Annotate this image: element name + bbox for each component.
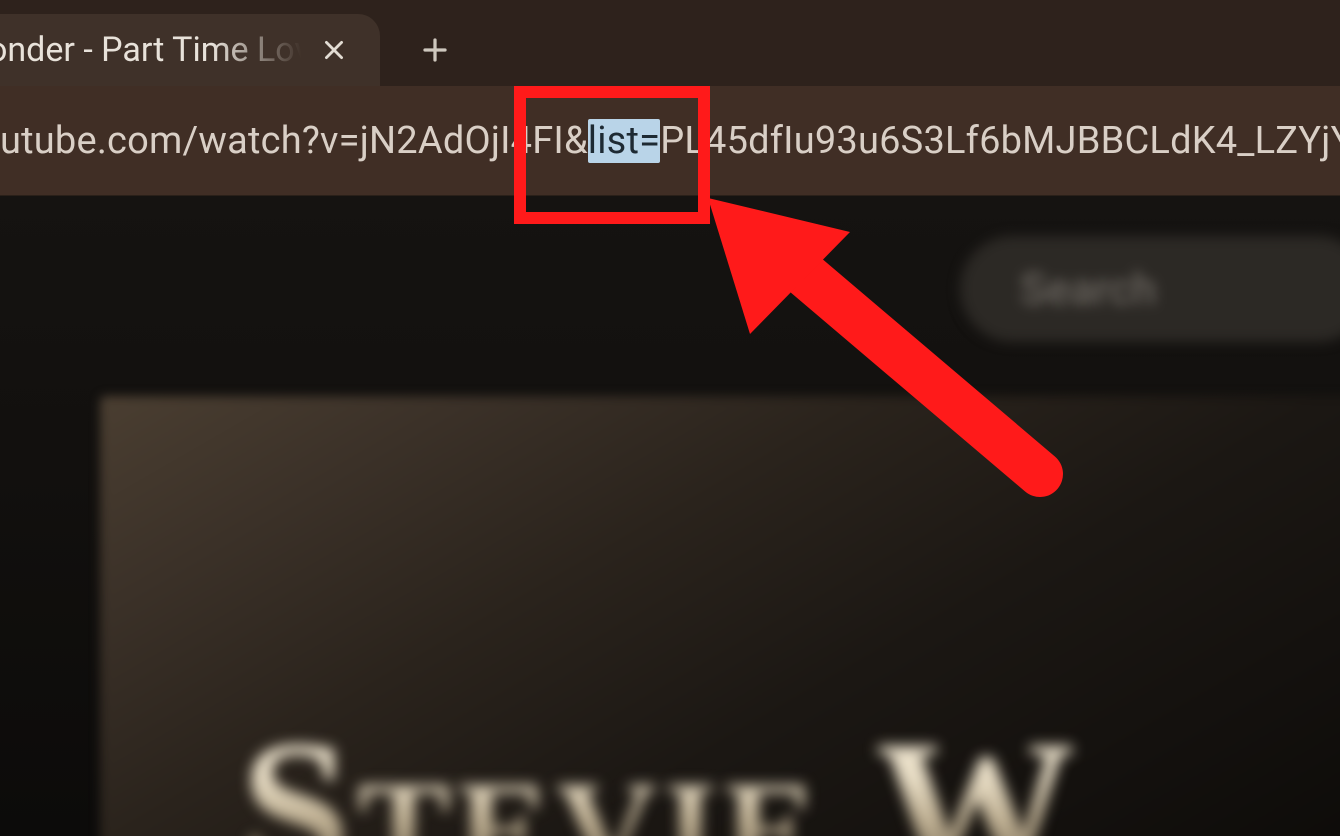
new-tab-button[interactable]	[408, 23, 462, 77]
tab-strip: onder - Part Time Lov	[0, 0, 1340, 86]
video-title-overlay: Stevie W	[240, 696, 1081, 836]
url-after-selection: PL45dfIu93u6S3Lf6bMJBBCLdK4_LZYjY	[660, 119, 1340, 163]
tab-title: onder - Part Time Lov	[0, 30, 308, 70]
address-bar[interactable]: utube.com/watch?v=jN2AdOjI4FI&list=PL45d…	[0, 86, 1340, 195]
browser-tab[interactable]: onder - Part Time Lov	[0, 14, 380, 86]
toolbar: utube.com/watch?v=jN2AdOjI4FI&list=PL45d…	[0, 86, 1340, 196]
url-selected-text: list=	[588, 119, 660, 163]
close-tab-button[interactable]	[314, 30, 354, 70]
plus-icon	[420, 35, 450, 65]
url-before-selection: utube.com/watch?v=jN2AdOjI4FI&	[0, 119, 588, 163]
search-field[interactable]: Search	[960, 236, 1340, 342]
close-icon	[321, 37, 347, 63]
page-content: Search Stevie W	[0, 196, 1340, 836]
search-placeholder: Search	[1020, 263, 1157, 315]
